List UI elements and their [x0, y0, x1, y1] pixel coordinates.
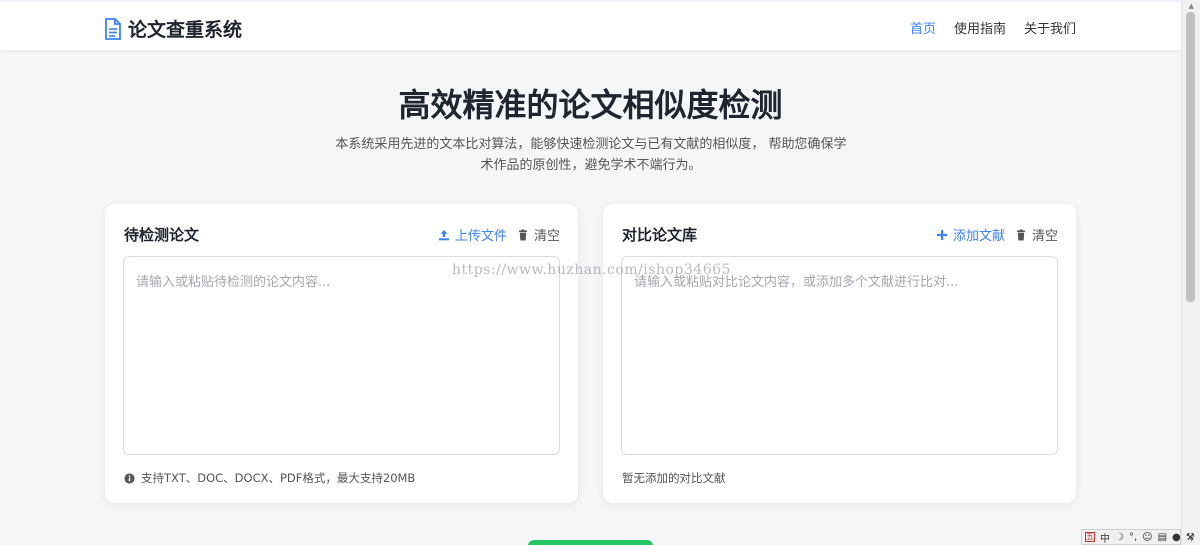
brand-name: 论文查重系统 — [128, 19, 243, 41]
clear-source-button[interactable]: 清空 — [517, 225, 560, 244]
main-nav: 首页 使用指南 关于我们 — [910, 18, 1076, 37]
compare-library-actions: 添加文献 清空 — [936, 225, 1058, 244]
nav-guide[interactable]: 使用指南 — [954, 18, 1006, 37]
top-navbar: 论文查重系统 首页 使用指南 关于我们 — [0, 0, 1181, 50]
trash-icon — [1016, 229, 1025, 240]
source-paper-card: 待检测论文 上传文件 清空 支持TXT、DOC、DOCX、PDF格式，最大支持2… — [105, 204, 578, 503]
moon-icon[interactable]: ☽ — [1115, 532, 1124, 543]
scroll-up-icon[interactable]: ▲ — [1189, 2, 1194, 10]
keyboard-icon[interactable]: ▤ — [1158, 532, 1167, 543]
upload-format-hint: 支持TXT、DOC、DOCX、PDF格式，最大支持20MB — [124, 470, 415, 486]
add-document-label: 添加文献 — [952, 229, 1005, 244]
ime-mode-label[interactable]: 中 — [1100, 530, 1110, 545]
page-title: 高效精准的论文相似度检测 — [398, 86, 783, 124]
clear-library-button[interactable]: 清空 — [1015, 225, 1058, 244]
emoji-icon[interactable]: ☺ — [1142, 532, 1152, 543]
wrench-icon[interactable]: ⚒ — [1186, 532, 1195, 543]
punctuation-icon[interactable]: °, — [1129, 532, 1137, 543]
compare-library-title: 对比论文库 — [622, 226, 698, 244]
upload-file-label: 上传文件 — [454, 229, 507, 244]
user-icon[interactable]: ● — [1172, 532, 1181, 543]
start-check-button[interactable] — [528, 540, 653, 545]
add-document-button[interactable]: 添加文献 — [936, 225, 1005, 244]
compare-library-card: 对比论文库 添加文献 清空 暂无添加的对比文献 — [603, 204, 1076, 503]
compare-paper-input[interactable] — [621, 256, 1058, 455]
plus-icon — [936, 229, 947, 240]
document-icon — [105, 17, 121, 40]
info-icon — [124, 472, 135, 484]
upload-format-hint-text: 支持TXT、DOC、DOCX、PDF格式，最大支持20MB — [141, 471, 416, 485]
compare-library-status-text: 暂无添加的对比文献 — [622, 471, 726, 485]
page-description: 本系统采用先进的文本比对算法，能够快速检测论文与已有文献的相似度， 帮助您确保学… — [335, 137, 847, 173]
source-paper-input[interactable] — [123, 256, 560, 455]
page-scrollbar[interactable]: ▲ ▼ — [1181, 0, 1200, 545]
scrollbar-thumb[interactable] — [1186, 12, 1195, 302]
clear-source-label: 清空 — [533, 229, 560, 244]
brand-logo[interactable]: 论文查重系统 — [104, 15, 242, 42]
clear-library-label: 清空 — [1031, 229, 1058, 244]
source-paper-title: 待检测论文 — [124, 226, 200, 244]
upload-icon — [438, 229, 449, 240]
nav-home[interactable]: 首页 — [910, 18, 936, 37]
ime-logo-icon: 五 — [1085, 532, 1095, 542]
compare-library-status: 暂无添加的对比文献 — [622, 470, 726, 486]
nav-about[interactable]: 关于我们 — [1024, 18, 1076, 37]
upload-file-button[interactable]: 上传文件 — [438, 225, 507, 244]
ime-toolbar[interactable]: 五 中 ☽ °, ☺ ▤ ● ⚒ — [1081, 529, 1195, 545]
trash-icon — [518, 229, 527, 240]
source-paper-actions: 上传文件 清空 — [438, 225, 560, 244]
